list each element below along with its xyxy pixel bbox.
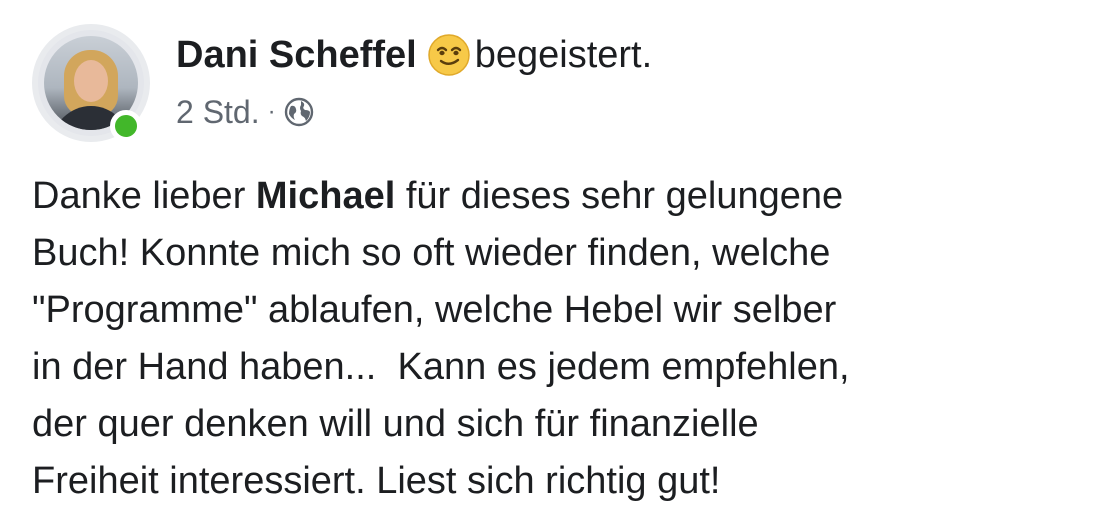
globe-icon[interactable] (284, 97, 314, 127)
smiling-face-icon (427, 33, 471, 77)
message-line: Freiheit interessiert. Liest sich richti… (32, 460, 721, 502)
post-meta: 2 Std. · (176, 92, 314, 132)
post-message: Danke lieber Michael für dieses sehr gel… (32, 168, 1092, 510)
feeling-text: begeistert. (474, 33, 653, 76)
message-line: der quer denken will und sich für finanz… (32, 403, 759, 445)
message-line: in der Hand haben... Kann es jedem empfe… (32, 346, 850, 388)
message-line: "Programme" ablaufen, welche Hebel wir s… (32, 289, 837, 331)
post-header: Dani Scheffel begeistert. (176, 30, 652, 80)
meta-separator: · (267, 98, 276, 125)
author-name[interactable]: Dani Scheffel (176, 34, 417, 77)
message-line: Buch! Konnte mich so oft wieder finden, … (32, 232, 831, 274)
mentioned-name[interactable]: Michael (256, 175, 395, 217)
message-line: Danke lieber Michael für dieses sehr gel… (32, 175, 844, 217)
facebook-post: Dani Scheffel begeistert. 2 Std. · Danke (0, 0, 1103, 525)
online-status-dot (110, 110, 142, 142)
timestamp[interactable]: 2 Std. (176, 94, 260, 131)
